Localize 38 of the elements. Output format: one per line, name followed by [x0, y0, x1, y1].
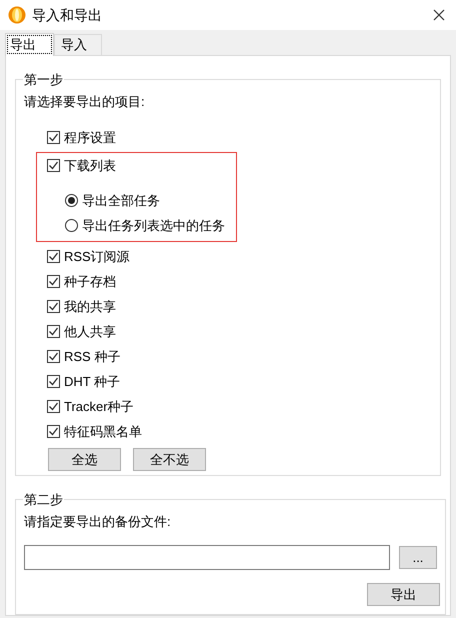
checkbox[interactable]: [47, 131, 60, 144]
prompt-text: 请指定要导出的备份文件:: [24, 512, 172, 530]
file-path-field[interactable]: [24, 545, 390, 570]
checkbox[interactable]: [47, 375, 60, 388]
radio-label: 导出任务列表选中的任务: [82, 216, 225, 235]
app-logo-icon: [8, 6, 26, 24]
select-button[interactable]: 全选: [48, 448, 121, 471]
checkbox[interactable]: [47, 425, 60, 438]
checkbox[interactable]: [47, 400, 60, 413]
checkbox-label: DHT 种子: [64, 372, 120, 391]
radio-label: 导出全部任务: [82, 192, 160, 210]
tab[interactable]: 导入: [54, 34, 102, 55]
checkbox-label: RSS 种子: [64, 348, 120, 366]
checkbox[interactable]: [47, 300, 60, 313]
checkbox-label: 种子存档: [64, 272, 116, 291]
prompt-text: 请选择要导出的项目:: [24, 92, 146, 110]
checkbox-label: 特征码黑名单: [64, 422, 142, 441]
radio-button[interactable]: [65, 194, 78, 207]
tab[interactable]: 导出: [5, 33, 54, 56]
checkbox[interactable]: [47, 275, 60, 288]
checkbox[interactable]: [47, 250, 60, 263]
group-title: 第二步: [23, 491, 64, 509]
checkbox-label: 下载列表: [64, 156, 116, 175]
radio-button[interactable]: [65, 219, 78, 232]
checkbox-label: 我的共享: [64, 298, 116, 316]
checkbox[interactable]: [47, 350, 60, 363]
export-button[interactable]: 导出: [367, 583, 440, 606]
close-icon[interactable]: [433, 9, 445, 21]
browse-button[interactable]: ...: [399, 546, 437, 569]
window-title: 导入和导出: [32, 6, 103, 24]
group-title: 第一步: [23, 71, 64, 89]
checkbox-label: Tracker种子: [64, 398, 134, 416]
select-button[interactable]: 全不选: [133, 448, 206, 471]
checkbox[interactable]: [47, 159, 60, 172]
checkbox-label: RSS订阅源: [64, 248, 130, 266]
checkbox[interactable]: [47, 325, 60, 338]
checkbox-label: 他人共享: [64, 322, 116, 341]
checkbox-label: 程序设置: [64, 128, 116, 147]
